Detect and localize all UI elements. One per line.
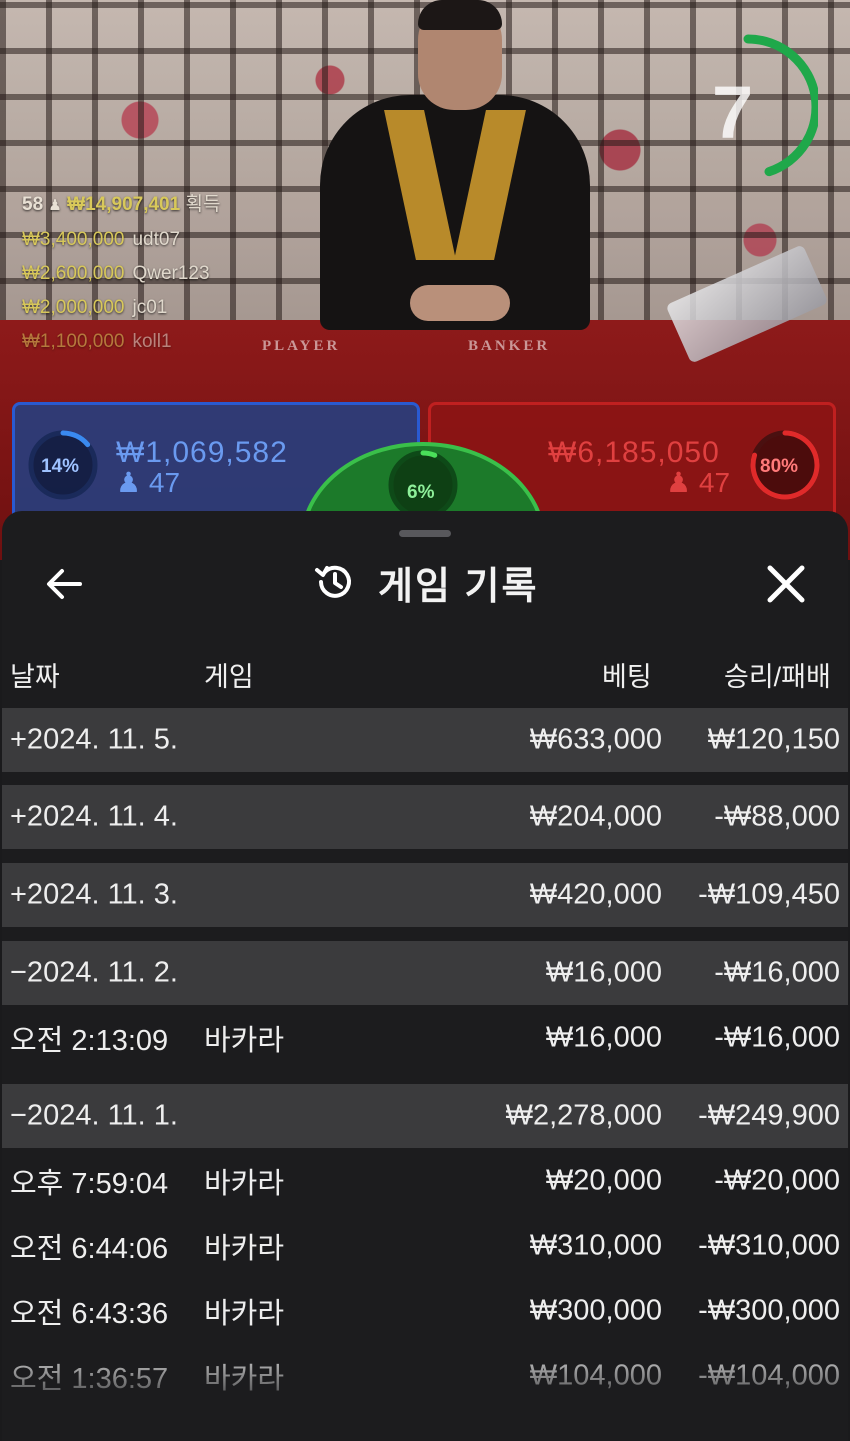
winner-row: ₩1,100,000 koll1 [22, 325, 220, 359]
banker-bettor-count: ♟ 47 [666, 466, 730, 499]
banker-count-value: 47 [698, 467, 731, 498]
game-record-row[interactable]: 오후 7:59:04 바카라 ₩20,000 -₩20,000 [2, 1149, 848, 1213]
player-total-amount: ₩1,069,582 [116, 436, 288, 469]
row-result-amount: ₩120,150 [707, 723, 840, 756]
row-result-amount: -₩16,000 [714, 1021, 840, 1054]
date-group-row[interactable]: +2024. 11. 3. ₩420,000 -₩109,450 [2, 863, 848, 927]
column-header-result[interactable]: 승리/패배 [724, 655, 831, 694]
winner-row: ₩2,600,000 Qwer123 [22, 257, 220, 291]
row-bet-amount: ₩420,000 [529, 878, 662, 911]
winners-list: 58 ♟ ₩14,907,401 획득 ₩3,400,000 udt07 ₩2,6… [22, 188, 220, 359]
date-group-row[interactable]: −2024. 11. 1. ₩2,278,000 -₩249,900 [2, 1084, 848, 1148]
row-result-amount: -₩310,000 [698, 1229, 840, 1262]
sheet-title: 게임 기록 [378, 565, 539, 608]
column-header-date[interactable]: 날짜 [10, 655, 60, 694]
close-button[interactable] [762, 561, 810, 607]
felt-label-player: PLAYER [262, 338, 341, 354]
winners-total: ₩14,907,401 [67, 194, 181, 215]
date-group-row[interactable]: +2024. 11. 4. ₩204,000 -₩88,000 [2, 785, 848, 849]
user-icon: ♟ [116, 467, 142, 498]
row-date: −2024. 11. 2. [10, 956, 178, 989]
game-record-row[interactable]: 오전 6:43:36 바카라 ₩300,000 -₩300,000 [2, 1279, 848, 1343]
row-time: 오후 7:59:04 [10, 1168, 169, 1200]
row-date: +2024. 11. 5. [10, 723, 178, 756]
row-bet-amount: ₩300,000 [529, 1294, 662, 1327]
row-date: +2024. 11. 3. [10, 878, 178, 911]
back-button[interactable] [42, 561, 90, 607]
row-time: 오전 2:13:09 [10, 1025, 169, 1057]
winner-amount: ₩2,000,000 [22, 297, 125, 318]
user-icon: ♟ [48, 197, 62, 214]
row-bet-amount: ₩20,000 [545, 1164, 662, 1197]
felt-label-banker: BANKER [468, 338, 551, 354]
winner-name: Qwer123 [132, 263, 210, 284]
row-time: 오전 6:44:06 [10, 1233, 169, 1265]
winner-name: koll1 [132, 331, 172, 352]
winner-amount: ₩3,400,000 [22, 229, 125, 250]
row-bet-amount: ₩310,000 [529, 1229, 662, 1262]
winner-row: ₩2,000,000 jc01 [22, 291, 220, 325]
winners-summary: 58 ♟ ₩14,907,401 획득 [22, 188, 220, 223]
row-result-amount: -₩16,000 [714, 956, 840, 989]
row-bet-amount: ₩633,000 [529, 723, 662, 756]
player-count-value: 47 [148, 467, 181, 498]
winner-name: udt07 [132, 229, 181, 250]
history-icon [315, 565, 351, 598]
row-result-amount: -₩88,000 [714, 800, 840, 833]
user-icon: ♟ [666, 467, 692, 498]
row-date: −2024. 11. 1. [10, 1099, 178, 1132]
scroll-fade [2, 1341, 848, 1441]
countdown-number: 7 [712, 71, 754, 154]
winner-name: jc01 [132, 297, 168, 318]
game-record-row[interactable]: 오전 2:13:09 바카라 ₩16,000 -₩16,000 [2, 1006, 848, 1070]
winner-amount: ₩1,100,000 [22, 331, 125, 352]
live-video: PLAYER BANKER 7 58 ♟ ₩14,907,401 획득 ₩3,4… [0, 0, 850, 560]
player-bettor-count: ♟ 47 [116, 466, 180, 499]
date-group-row[interactable]: −2024. 11. 2. ₩16,000 -₩16,000 [2, 941, 848, 1005]
row-result-amount: -₩300,000 [698, 1294, 840, 1327]
date-group-row[interactable]: +2024. 11. 5. ₩633,000 ₩120,150 [2, 708, 848, 772]
sheet-header: 게임 기록 [312, 556, 538, 608]
row-date: +2024. 11. 4. [10, 800, 178, 833]
row-result-amount: -₩20,000 [714, 1164, 840, 1197]
sheet-drag-handle[interactable] [399, 530, 451, 537]
row-bet-amount: ₩2,278,000 [505, 1099, 662, 1132]
row-bet-amount: ₩16,000 [545, 1021, 662, 1054]
countdown-ring [743, 34, 818, 177]
close-icon [767, 565, 805, 603]
banker-total-amount: ₩6,185,050 [548, 436, 720, 469]
game-record-row[interactable]: 오전 6:44:06 바카라 ₩310,000 -₩310,000 [2, 1214, 848, 1278]
row-game: 바카라 [204, 1298, 285, 1330]
arrow-left-icon [47, 569, 82, 599]
tie-percent: 6% [407, 482, 435, 503]
row-result-amount: -₩249,900 [698, 1099, 840, 1132]
winners-count: 58 [22, 194, 44, 215]
row-game: 바카라 [204, 1025, 285, 1057]
row-bet-amount: ₩16,000 [545, 956, 662, 989]
winners-gain-label: 획득 [185, 194, 221, 215]
banker-percent: 80% [760, 456, 799, 477]
player-percent: 14% [41, 456, 80, 477]
column-header-bet[interactable]: 베팅 [602, 655, 652, 694]
dealer-hair [418, 0, 502, 30]
winner-amount: ₩2,600,000 [22, 263, 125, 284]
row-game: 바카라 [204, 1168, 285, 1200]
row-result-amount: -₩109,450 [698, 878, 840, 911]
row-bet-amount: ₩204,000 [529, 800, 662, 833]
column-header-game[interactable]: 게임 [204, 655, 254, 694]
game-history-sheet: 게임 기록 날짜 게임 베팅 승리/패배 +2024. 11. 5. ₩633,0… [2, 511, 848, 1441]
dealer-hands [410, 285, 510, 321]
row-game: 바카라 [204, 1233, 285, 1265]
winner-row: ₩3,400,000 udt07 [22, 223, 220, 257]
row-time: 오전 6:43:36 [10, 1298, 169, 1330]
